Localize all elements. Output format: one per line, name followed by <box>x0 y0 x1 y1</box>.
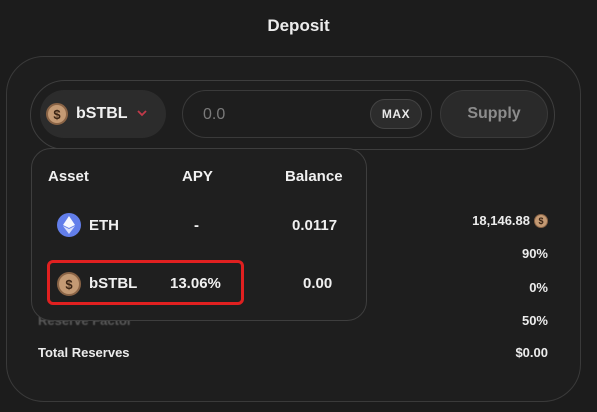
asset-name: ETH <box>89 217 119 234</box>
asset-apy: - <box>194 217 199 234</box>
rate-value: 0% <box>529 280 548 295</box>
asset-balance: 0.00 <box>303 275 333 292</box>
modal-title: Deposit <box>267 16 330 35</box>
max-button[interactable]: MAX <box>370 99 422 129</box>
supply-button[interactable]: Supply <box>440 90 548 138</box>
selected-token-label: bSTBL <box>76 105 128 122</box>
asset-dropdown: Asset APY Balance ETH - 0.0117 $ bSTBL 1… <box>31 148 367 321</box>
header-asset: Asset <box>48 168 89 185</box>
liquidity-value: 18,146.88 $ <box>472 213 548 228</box>
chevron-down-icon <box>136 108 147 120</box>
coin-glyph: $ <box>53 106 61 122</box>
total-reserves-label: Total Reserves <box>38 345 130 360</box>
asset-row-eth[interactable]: ETH - 0.0117 <box>32 204 368 248</box>
ltv-value: 90% <box>521 246 548 261</box>
amount-field: MAX <box>182 90 432 138</box>
bstbl-coin-small-icon: $ <box>534 213 548 228</box>
header-apy: APY <box>182 168 213 185</box>
reserve-factor-value: 50% <box>521 313 548 328</box>
bstbl-coin-icon: $ <box>46 103 68 125</box>
header-balance: Balance <box>285 168 343 185</box>
highlight-box <box>47 260 244 305</box>
token-selector-button[interactable]: $ bSTBL <box>40 90 166 138</box>
liquidity-amount: 18,146.88 <box>472 213 530 228</box>
asset-balance: 0.0117 <box>292 217 338 234</box>
eth-icon <box>57 213 81 237</box>
total-reserves-value: $0.00 <box>515 345 548 360</box>
amount-input[interactable] <box>201 103 355 127</box>
